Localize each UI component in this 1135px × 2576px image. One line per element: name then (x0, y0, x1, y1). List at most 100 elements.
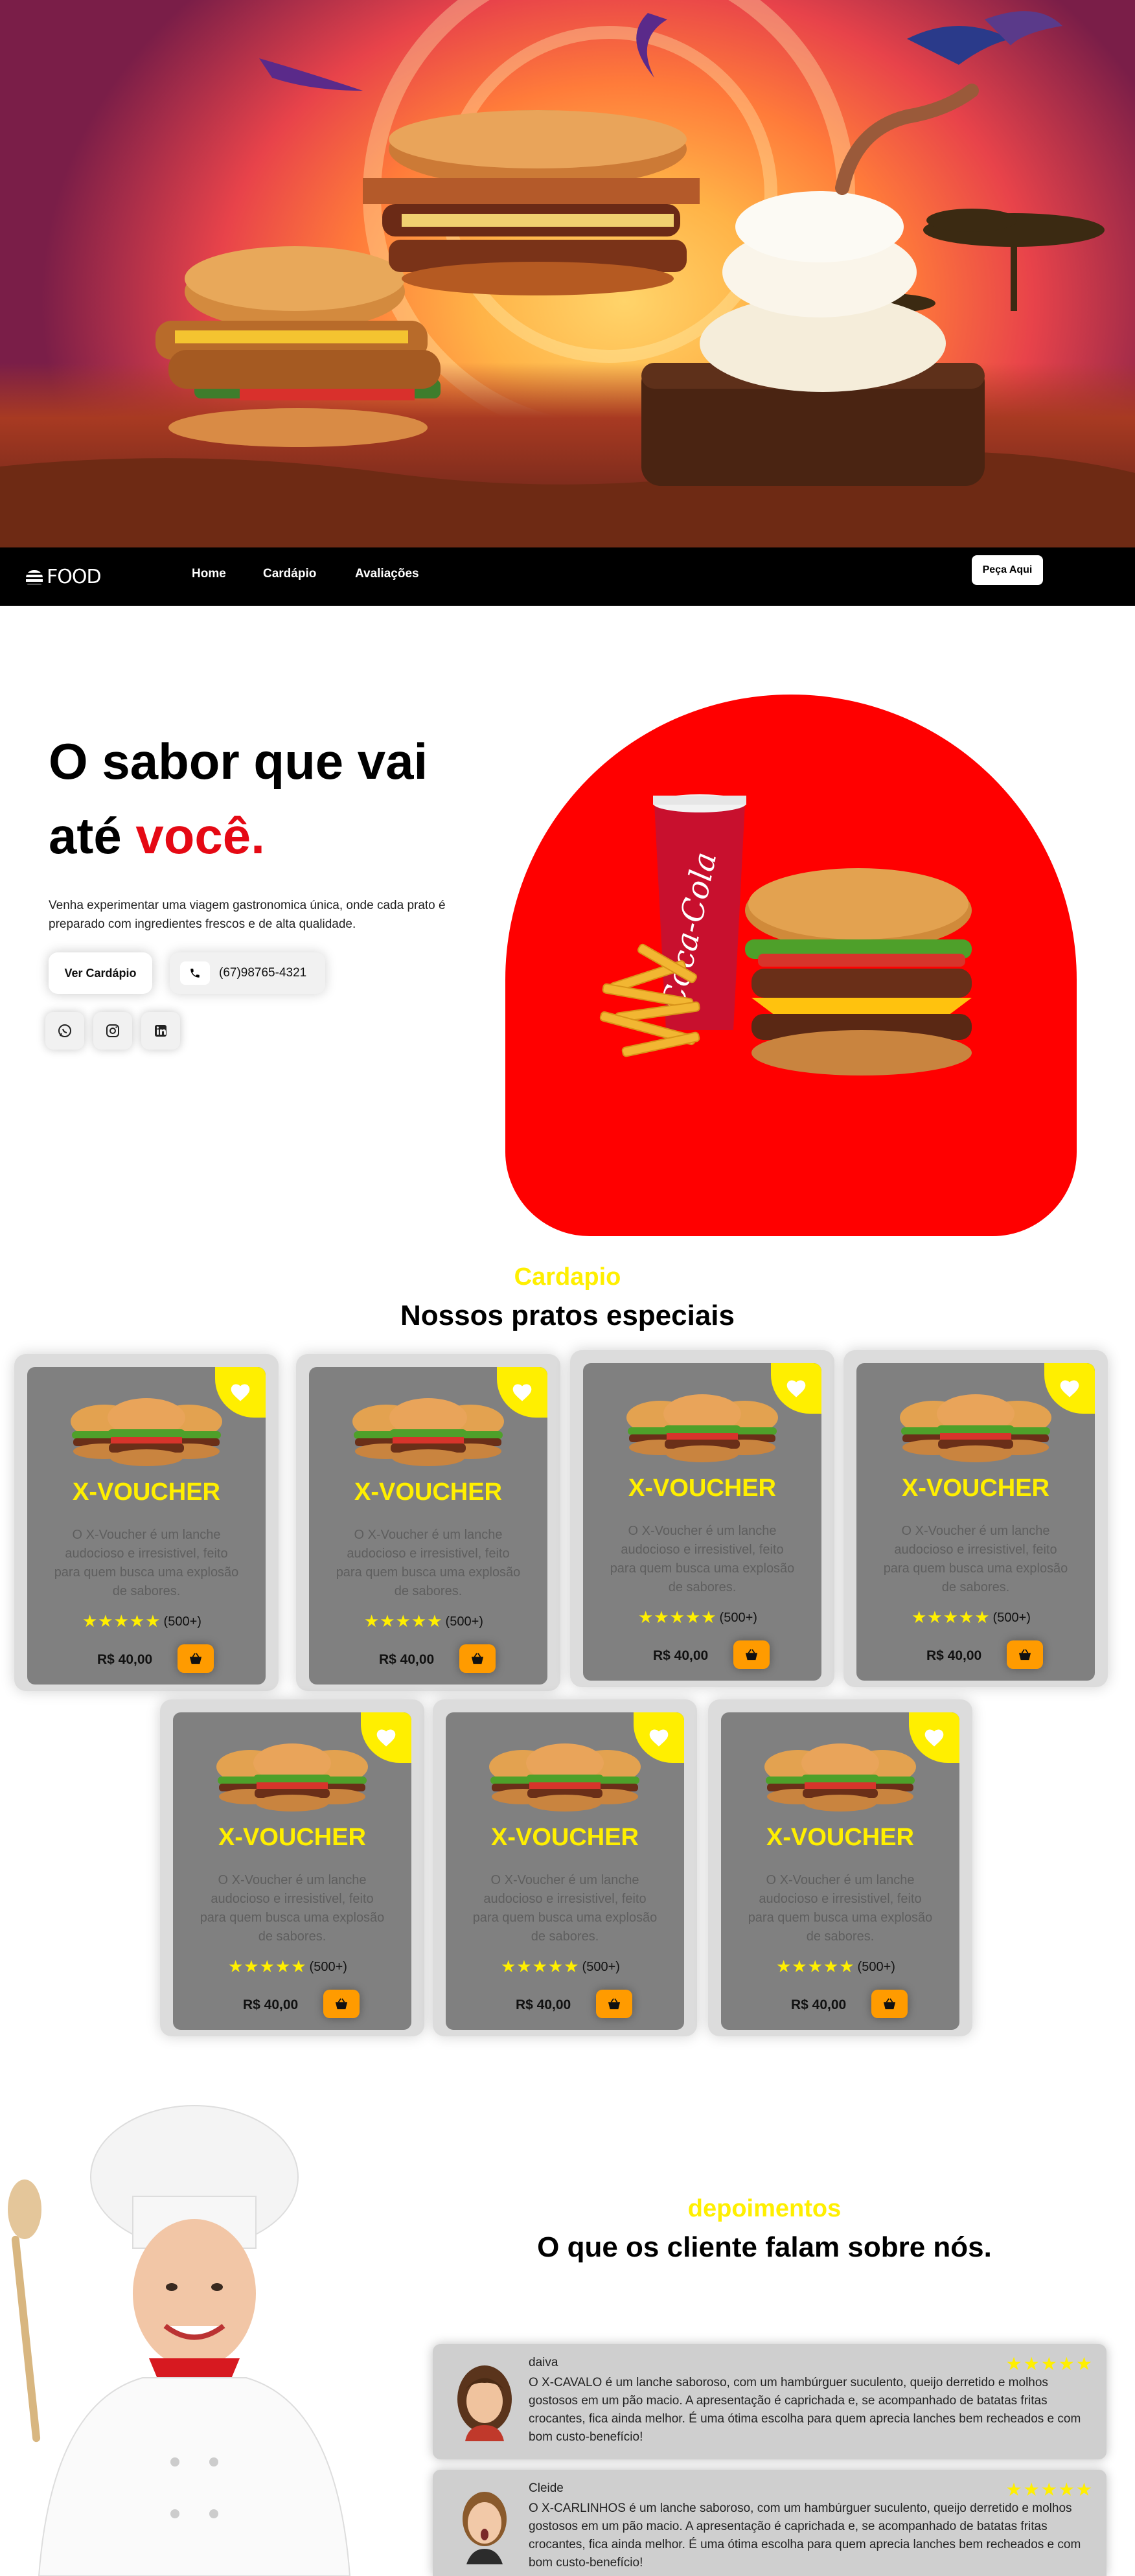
view-menu-button[interactable]: Ver Cardápio (49, 952, 152, 994)
rating-stars: ★★★★★ (364, 1612, 443, 1631)
menu-item-rating: ★★★★★ (500+) (364, 1612, 483, 1631)
add-to-cart-button[interactable] (1007, 1640, 1043, 1669)
testimonials-eyebrow: depoimentos (687, 2195, 842, 2222)
basket-icon (1018, 1649, 1031, 1661)
menu-item-description: O X-Voucher é um lanche audocioso e irre… (54, 1528, 239, 1598)
menu-item-price: R$ 40,00 (791, 1997, 847, 2012)
menu-card-body: X-VOUCHER O X-Voucher é um lanche audocio… (721, 1712, 959, 2030)
menu-item-description: O X-Voucher é um lanche audocioso e irre… (748, 1873, 933, 1944)
intro-description: Venha experimentar uma viagem gastronomi… (49, 899, 446, 931)
menu-item-name: X-VOUCHER (766, 1824, 915, 1851)
testimonial-text: O X-CARLINHOS é um lanche saboroso, com … (529, 2501, 1081, 2570)
menu-card[interactable]: X-VOUCHER O X-Voucher é um lanche audocio… (708, 1699, 972, 2036)
rating-stars: ★★★★★ (1005, 2479, 1094, 2500)
nav-home[interactable]: Home (192, 567, 226, 581)
menu-card[interactable]: X-VOUCHER O X-Voucher é um lanche audocio… (570, 1350, 834, 1687)
rating-stars: ★★★★★ (911, 1608, 991, 1627)
avatar (457, 2365, 512, 2441)
testimonial-name: daiva (529, 2356, 558, 2369)
testimonial-text: O X-CAVALO é um lanche saboroso, com um … (529, 2376, 1081, 2444)
menu-item-rating: ★★★★★ (500+) (776, 1957, 895, 1977)
heart-icon (231, 1384, 250, 1401)
rating-stars: ★★★★★ (82, 1612, 161, 1631)
basket-icon (883, 1998, 896, 2010)
title-line-1: O sabor que vai (49, 733, 428, 790)
heart-icon (649, 1729, 669, 1747)
page: FOOD Home Cardápio Avaliações Peça Aqui … (0, 0, 1135, 2576)
menu-item-name: X-VOUCHER (72, 1478, 221, 1506)
burger-image (895, 1392, 1057, 1466)
add-to-cart-button[interactable] (596, 1990, 632, 2018)
basket-icon (608, 1998, 621, 2010)
heart-icon (924, 1729, 944, 1747)
burger-image (484, 1741, 646, 1815)
testimonial-name: Cleide (529, 2481, 564, 2495)
burger-image (211, 1741, 373, 1815)
brownie-dessert-image (641, 84, 985, 486)
combo-meal-image: Coca-Cola (599, 794, 972, 1075)
menu-item-rating: ★★★★★ (500+) (501, 1957, 620, 1977)
menu-card[interactable]: X-VOUCHER O X-Voucher é um lanche audocio… (14, 1354, 279, 1691)
menu-item-name: X-VOUCHER (628, 1475, 777, 1502)
chef-image (8, 2105, 351, 2576)
whatsapp-icon (58, 1024, 71, 1037)
menu-card-body: X-VOUCHER O X-Voucher é um lanche audocio… (583, 1363, 821, 1681)
menu-item-price: R$ 40,00 (97, 1652, 153, 1667)
menu-item-name: X-VOUCHER (490, 1824, 639, 1851)
navbar: FOOD Home Cardápio Avaliações (0, 547, 1135, 606)
basket-icon (335, 1998, 348, 2010)
burger-image (347, 1396, 509, 1469)
review-count: (500+) (719, 1610, 757, 1625)
nav-avaliacoes[interactable]: Avaliações (355, 567, 419, 581)
heart-icon (786, 1380, 806, 1397)
menu-item-description: O X-Voucher é um lanche audocioso e irre… (610, 1524, 795, 1594)
burger-image (65, 1396, 227, 1469)
menu-card[interactable]: X-VOUCHER O X-Voucher é um lanche audocio… (296, 1354, 560, 1691)
menu-item-description: O X-Voucher é um lanche audocioso e irre… (883, 1524, 1068, 1594)
review-count: (500+) (309, 1959, 347, 1974)
nav-cardapio[interactable]: Cardápio (263, 567, 316, 581)
menu-item-price: R$ 40,00 (379, 1652, 435, 1667)
menu-card-body: X-VOUCHER O X-Voucher é um lanche audocio… (173, 1712, 411, 2030)
menu-card-body: X-VOUCHER O X-Voucher é um lanche audocio… (309, 1367, 547, 1685)
menu-item-rating: ★★★★★ (500+) (228, 1957, 347, 1977)
menu-card[interactable]: X-VOUCHER O X-Voucher é um lanche audocio… (160, 1699, 424, 2036)
menu-title: Nossos pratos especiais (400, 1300, 735, 1331)
menu-card[interactable]: X-VOUCHER O X-Voucher é um lanche audocio… (843, 1350, 1108, 1687)
basket-icon (471, 1653, 484, 1664)
menu-card[interactable]: X-VOUCHER O X-Voucher é um lanche audocio… (433, 1699, 697, 2036)
site-logo[interactable]: FOOD (26, 566, 102, 588)
menu-item-price: R$ 40,00 (653, 1648, 709, 1663)
linkedin-button[interactable] (141, 1012, 180, 1050)
title-line-2: até você. (49, 799, 428, 873)
menu-item-name: X-VOUCHER (354, 1478, 503, 1506)
rating-stars: ★★★★★ (1005, 2353, 1094, 2375)
menu-item-rating: ★★★★★ (500+) (911, 1608, 1031, 1627)
rating-stars: ★★★★★ (638, 1608, 717, 1627)
add-to-cart-button[interactable] (733, 1640, 770, 1669)
phone-button[interactable]: (67)98765-4321 (170, 952, 325, 994)
testimonial-card: daiva ★★★★★ O X-CAVALO é um lanche sabor… (433, 2344, 1106, 2459)
cheeseburger-image (745, 868, 972, 1075)
menu-card-body: X-VOUCHER O X-Voucher é um lanche audocio… (27, 1367, 266, 1685)
order-button[interactable]: Peça Aqui (972, 555, 1043, 585)
instagram-button[interactable] (93, 1012, 132, 1050)
review-count: (500+) (163, 1614, 201, 1629)
title-prefix: até (49, 807, 122, 864)
add-to-cart-button[interactable] (178, 1644, 214, 1673)
add-to-cart-button[interactable] (323, 1990, 360, 2018)
review-count: (500+) (582, 1959, 620, 1974)
menu-item-price: R$ 40,00 (926, 1648, 982, 1663)
linkedin-icon (155, 1025, 166, 1037)
add-to-cart-button[interactable] (459, 1644, 496, 1673)
hero-banner (0, 0, 1135, 547)
phone-icon (180, 961, 210, 985)
testimonial-card: Cleide ★★★★★ O X-CARLINHOS é um lanche s… (433, 2470, 1106, 2576)
menu-item-rating: ★★★★★ (500+) (638, 1608, 757, 1627)
burger-image (621, 1392, 783, 1466)
center-burger-image (363, 110, 700, 295)
whatsapp-button[interactable] (45, 1012, 84, 1050)
add-to-cart-button[interactable] (871, 1990, 908, 2018)
review-count: (500+) (857, 1959, 895, 1974)
menu-item-price: R$ 40,00 (243, 1997, 299, 2012)
